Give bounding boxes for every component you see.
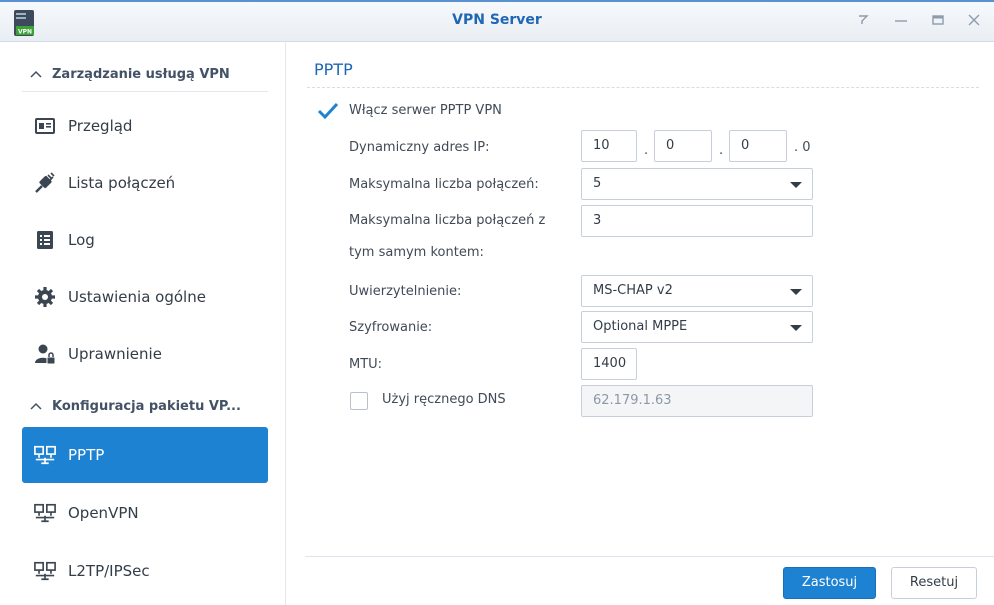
ip-octet-1-input[interactable]: 10 bbox=[581, 130, 637, 162]
gear-icon bbox=[34, 286, 56, 308]
sidebar-divider bbox=[22, 91, 268, 92]
user-lock-icon bbox=[34, 343, 56, 365]
max-connections-select[interactable]: 5 bbox=[581, 168, 813, 200]
apply-button[interactable]: Zastosuj bbox=[783, 567, 876, 599]
network-icon bbox=[34, 560, 56, 582]
sidebar-item-connection-list[interactable]: Lista połączeń bbox=[22, 155, 268, 211]
title-bar: VPN VPN Server bbox=[0, 0, 994, 42]
maximize-icon[interactable] bbox=[928, 12, 948, 32]
sidebar-item-label: PPTP bbox=[68, 446, 105, 464]
group-header-vpn-management[interactable]: Zarządzanie usługą VPN bbox=[30, 62, 230, 86]
dynamic-ip-label: Dynamiczny adres IP: bbox=[349, 140, 490, 155]
mtu-label: MTU: bbox=[349, 357, 383, 372]
group-header-label: Zarządzanie usługą VPN bbox=[52, 66, 230, 82]
dropdown-arrow-icon bbox=[790, 289, 802, 295]
sidebar-item-label: Lista połączeń bbox=[68, 174, 176, 192]
max-connections-value: 5 bbox=[593, 176, 602, 191]
main-panel: PPTP Włącz serwer PPTP VPN Dynamiczny ad… bbox=[287, 42, 994, 605]
ip-octet-2-input[interactable]: 0 bbox=[654, 130, 712, 162]
help-icon[interactable] bbox=[853, 12, 873, 32]
ip-separator: . bbox=[644, 143, 649, 158]
ip-octet-3-input[interactable]: 0 bbox=[729, 130, 787, 162]
sidebar-item-label: OpenVPN bbox=[68, 504, 139, 522]
sidebar-item-label: Log bbox=[68, 231, 95, 249]
manual-dns-input[interactable]: 62.179.1.63 bbox=[581, 385, 813, 417]
minimize-icon[interactable] bbox=[891, 12, 911, 32]
section-title: PPTP bbox=[314, 60, 353, 79]
dropdown-arrow-icon bbox=[790, 182, 802, 188]
reset-button[interactable]: Resetuj bbox=[891, 567, 977, 599]
enable-pptp-checkbox[interactable] bbox=[317, 101, 339, 121]
sidebar-item-general-settings[interactable]: Ustawienia ogólne bbox=[22, 269, 268, 325]
mtu-input[interactable]: 1400 bbox=[581, 348, 637, 380]
group-header-label: Konfiguracja pakietu VP... bbox=[52, 398, 241, 414]
manual-dns-checkbox[interactable] bbox=[350, 392, 368, 410]
max-same-account-label-line1: Maksymalna liczba połączeń z bbox=[349, 213, 546, 228]
checkmark-icon bbox=[317, 102, 339, 120]
sidebar: Zarządzanie usługą VPN Przegląd Lista po… bbox=[0, 42, 286, 605]
dropdown-arrow-icon bbox=[790, 325, 802, 331]
encryption-value: Optional MPPE bbox=[593, 319, 688, 334]
close-icon[interactable] bbox=[964, 12, 984, 32]
plug-icon bbox=[34, 172, 56, 194]
log-icon bbox=[34, 229, 56, 251]
max-connections-label: Maksymalna liczba połączeń: bbox=[349, 177, 539, 192]
chevron-up-icon bbox=[30, 399, 42, 413]
manual-dns-label: Użyj ręcznego DNS bbox=[382, 392, 506, 407]
encryption-label: Szyfrowanie: bbox=[349, 320, 433, 335]
sidebar-item-label: Ustawienia ogólne bbox=[68, 288, 206, 306]
footer-divider bbox=[305, 556, 994, 557]
enable-pptp-label: Włącz serwer PPTP VPN bbox=[349, 103, 502, 118]
max-same-account-label-line2: tym samym kontem: bbox=[349, 245, 484, 260]
ip-separator: . bbox=[794, 140, 799, 155]
sidebar-item-l2tp-ipsec[interactable]: L2TP/IPSec bbox=[22, 543, 268, 599]
sidebar-item-overview[interactable]: Przegląd bbox=[22, 98, 268, 154]
sidebar-item-label: Przegląd bbox=[68, 117, 133, 135]
authentication-select[interactable]: MS-CHAP v2 bbox=[581, 275, 813, 307]
authentication-label: Uwierzytelnienie: bbox=[349, 284, 462, 299]
sidebar-item-log[interactable]: Log bbox=[22, 212, 268, 268]
ip-last-octet-value: 0 bbox=[802, 140, 811, 155]
chevron-up-icon bbox=[30, 67, 42, 81]
app-icon-badge: VPN bbox=[18, 29, 32, 36]
overview-icon bbox=[34, 115, 56, 137]
encryption-select[interactable]: Optional MPPE bbox=[581, 311, 813, 343]
ip-separator: . bbox=[719, 143, 724, 158]
network-icon bbox=[34, 502, 56, 524]
sidebar-item-privilege[interactable]: Uprawnienie bbox=[22, 326, 268, 382]
section-divider bbox=[307, 87, 979, 88]
group-header-vpn-config[interactable]: Konfiguracja pakietu VP... bbox=[30, 394, 241, 418]
window-title: VPN Server bbox=[452, 12, 542, 28]
sidebar-item-label: L2TP/IPSec bbox=[68, 562, 150, 580]
max-same-account-input[interactable]: 3 bbox=[581, 205, 813, 237]
sidebar-item-pptp[interactable]: PPTP bbox=[22, 427, 268, 483]
authentication-value: MS-CHAP v2 bbox=[593, 283, 673, 298]
network-icon bbox=[34, 444, 56, 466]
sidebar-item-label: Uprawnienie bbox=[68, 345, 162, 363]
sidebar-item-openvpn[interactable]: OpenVPN bbox=[22, 485, 268, 541]
ip-last-octet: . 0 bbox=[794, 140, 811, 155]
